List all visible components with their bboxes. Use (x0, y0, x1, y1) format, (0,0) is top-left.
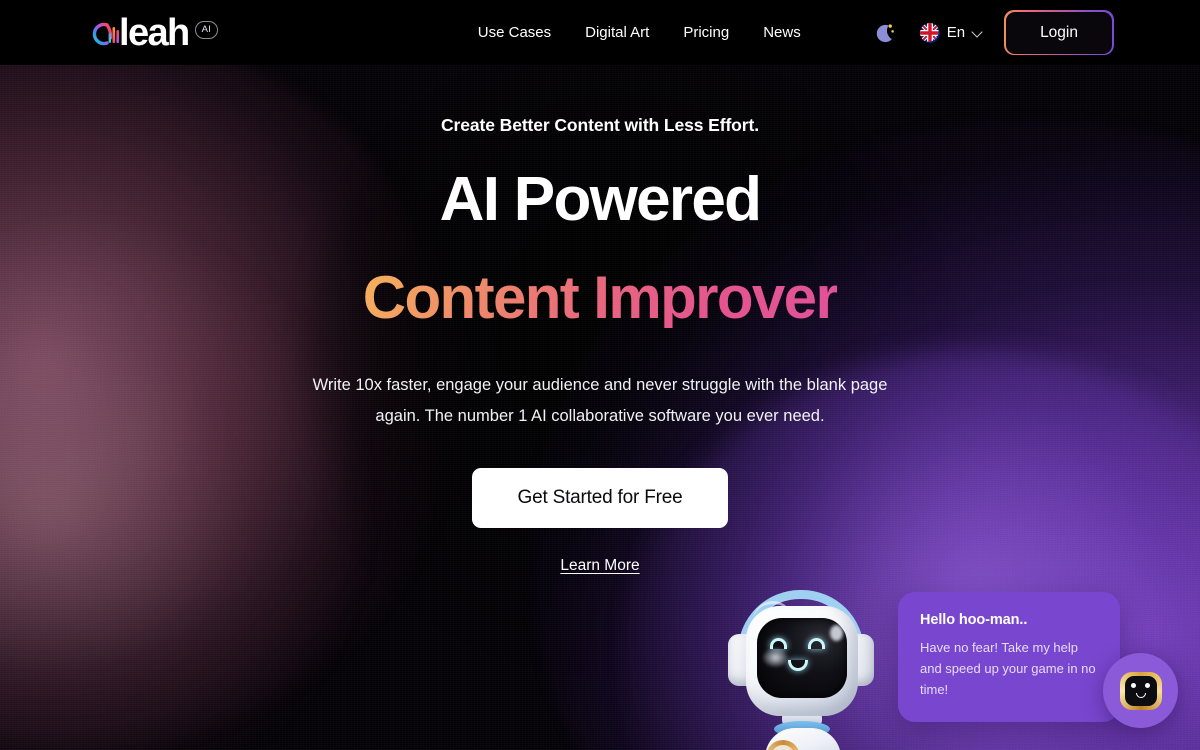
learn-more-link[interactable]: Learn More (560, 557, 639, 575)
widget-robot-face (1124, 675, 1157, 706)
hero-section: Create Better Content with Less Effort. … (0, 65, 1200, 575)
header-controls: En Login (870, 9, 1114, 56)
nav-link-news[interactable]: News (746, 24, 818, 41)
robot-chat-widget-icon (1119, 671, 1162, 710)
nav-link-pricing[interactable]: Pricing (666, 24, 746, 41)
chat-widget-button[interactable] (1103, 653, 1178, 728)
nav-link-digital-art[interactable]: Digital Art (568, 24, 666, 41)
language-selector[interactable]: En (919, 22, 983, 43)
language-label: En (946, 24, 966, 41)
robot-eye-left (770, 638, 787, 649)
login-button[interactable]: Login (1004, 9, 1114, 56)
primary-navigation: Use Cases Digital Art Pricing News (461, 24, 818, 41)
hero-headline: AI Powered (439, 165, 762, 234)
get-started-button[interactable]: Get Started for Free (471, 468, 729, 528)
logo[interactable]: leah AI (88, 11, 219, 54)
nav-link-use-cases[interactable]: Use Cases (461, 24, 568, 41)
widget-robot-smile (1135, 692, 1146, 698)
logo-wordmark: leah (119, 11, 190, 54)
chat-bubble: Hello hoo-man.. Have no fear! Take my he… (898, 592, 1120, 722)
chevron-down-icon (972, 27, 983, 38)
widget-robot-eye-left (1130, 682, 1136, 688)
robot-visor-glare (830, 625, 843, 641)
widget-robot-eye-right (1144, 682, 1150, 688)
logo-ai-badge: AI (194, 20, 219, 39)
uk-flag-icon (919, 22, 940, 43)
hero-eyebrow: Create Better Content with Less Effort. (441, 115, 759, 135)
chat-bubble-message: Have no fear! Take my help and speed up … (920, 640, 1096, 697)
robot-eye-right (808, 638, 825, 649)
moon-icon[interactable] (870, 18, 900, 48)
hero-subheadline: Content Improver (362, 264, 839, 331)
robot-cheek-highlight (763, 648, 788, 667)
site-header: leah AI Use Cases Digital Art Pricing Ne… (0, 0, 1200, 65)
robot-mascot-icon (704, 578, 900, 750)
hero-description: Write 10x faster, engage your audience a… (312, 376, 888, 425)
chat-bubble-title: Hello hoo-man.. (920, 612, 1028, 628)
leah-swirl-logo-icon (88, 16, 122, 50)
